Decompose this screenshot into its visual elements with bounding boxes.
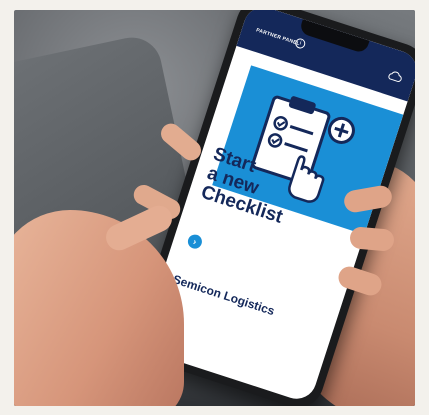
cloud-icon[interactable]: [386, 68, 405, 83]
brand-label: PARTNER PANEL: [255, 27, 301, 48]
company-name: Semicon Logistics: [171, 272, 277, 319]
info-icon[interactable]: i: [293, 37, 307, 50]
start-checklist-button[interactable]: ›: [186, 232, 204, 251]
right-finger: [349, 226, 395, 252]
start-arrow-icon: ›: [191, 236, 198, 247]
photo: PARTNER PANEL i Start a new Checklist › …: [14, 10, 415, 406]
